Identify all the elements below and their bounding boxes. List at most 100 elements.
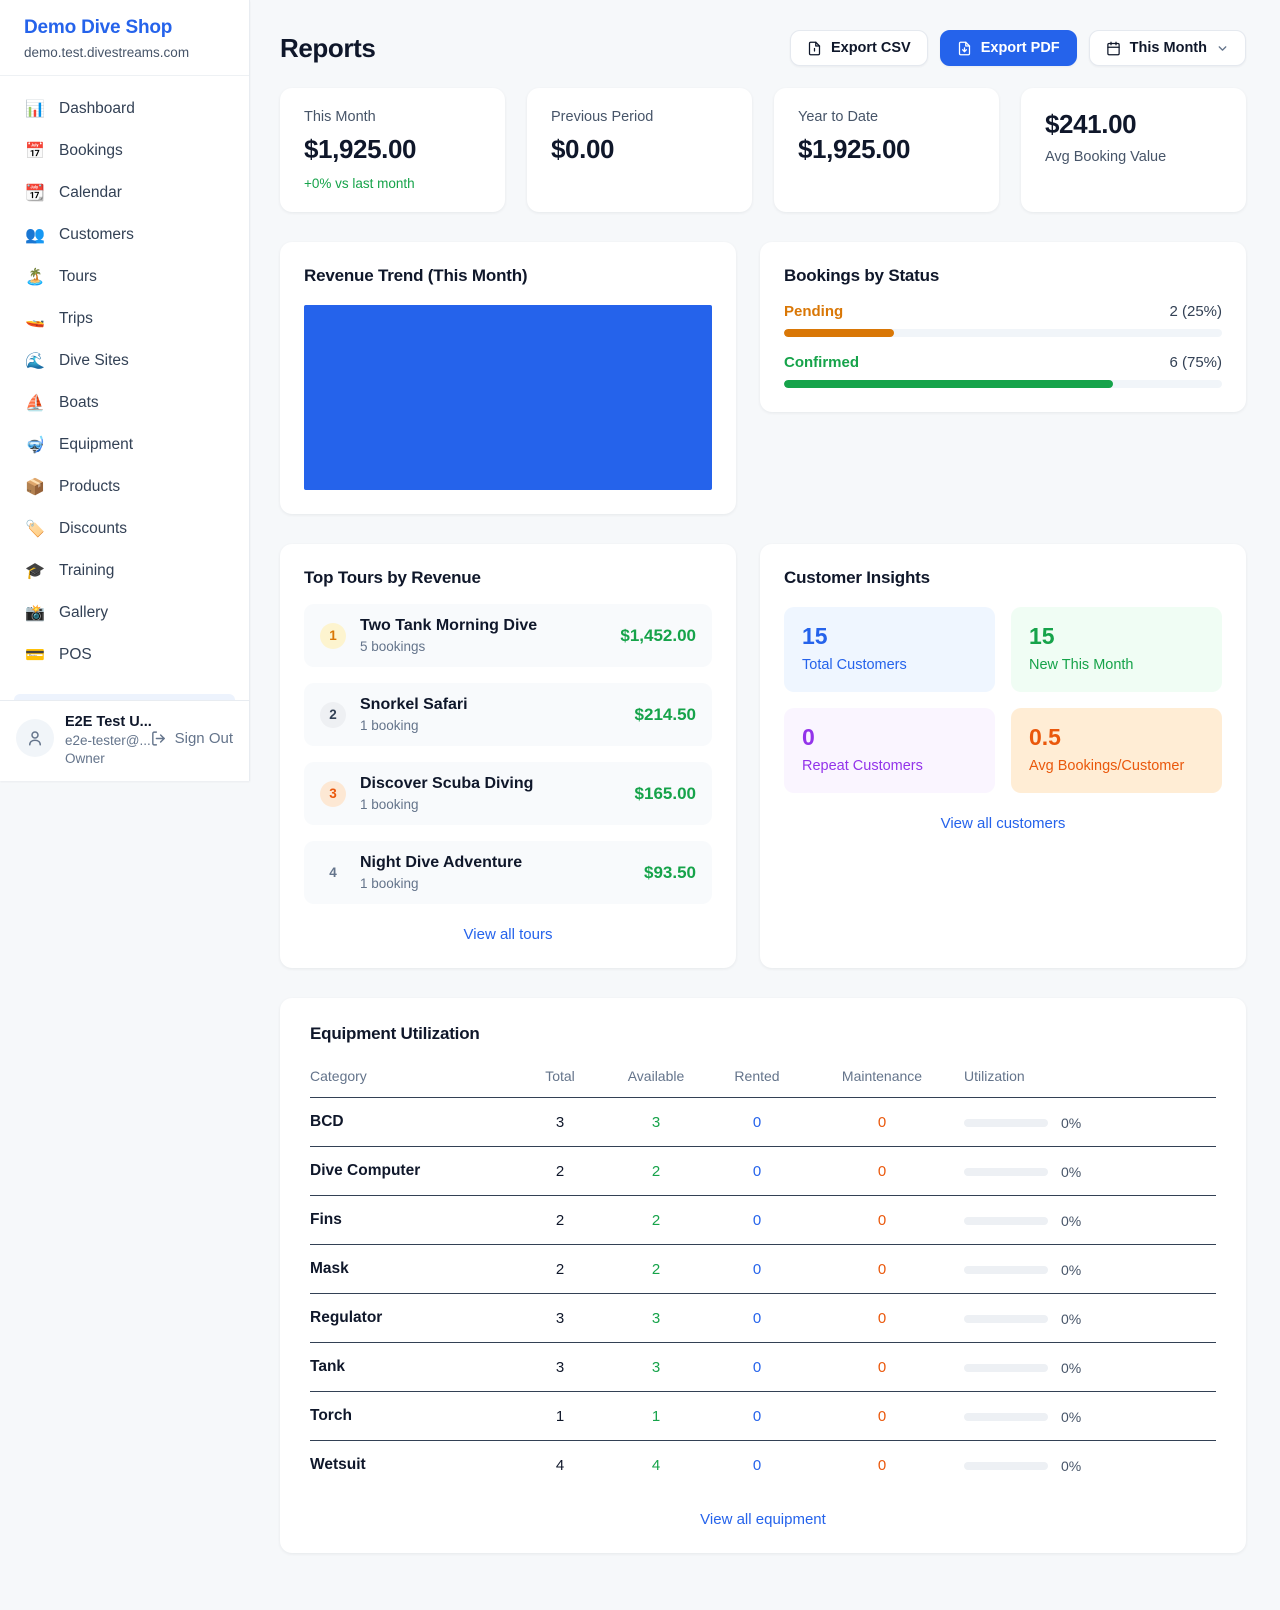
sidebar-item-label: Customers <box>59 226 134 244</box>
sidebar-item-label: POS <box>59 646 92 664</box>
rank-badge: 2 <box>320 702 346 728</box>
sign-out-button[interactable]: Sign Out <box>150 730 233 747</box>
cell-available: 3 <box>610 1343 702 1392</box>
user-info: E2E Test U... e2e-tester@... Owner <box>65 714 139 766</box>
sidebar-item-boats[interactable]: ⛵ Boats <box>0 382 249 424</box>
cell-category: Dive Computer <box>310 1147 510 1196</box>
status-bar-fill-pending <box>784 329 894 337</box>
table-row: Tank 3 3 0 0 0% <box>310 1343 1216 1392</box>
sidebar-item-tours[interactable]: 🏝️ Tours <box>0 256 249 298</box>
bookings-by-status-title: Bookings by Status <box>784 266 1222 286</box>
stat-card-previous-period: Previous Period $0.00 <box>527 88 752 212</box>
tile-new-this-month: 15 New This Month <box>1011 607 1222 692</box>
cell-available: 3 <box>610 1294 702 1343</box>
tour-bookings: 1 booking <box>360 876 522 891</box>
cell-maintenance: 0 <box>812 1196 952 1245</box>
charts-row: Revenue Trend (This Month) Bookings by S… <box>280 242 1246 514</box>
tile-value: 0.5 <box>1029 724 1204 751</box>
insights-row: Top Tours by Revenue 1 Two Tank Morning … <box>280 544 1246 968</box>
table-row: Wetsuit 4 4 0 0 0% <box>310 1441 1216 1490</box>
sidebar-item-products[interactable]: 📦 Products <box>0 466 249 508</box>
file-download-icon <box>957 41 972 56</box>
equipment-table-header: Category Total Available Rented Maintena… <box>310 1058 1216 1098</box>
cell-category: Torch <box>310 1392 510 1441</box>
top-tours-panel: Top Tours by Revenue 1 Two Tank Morning … <box>280 544 736 968</box>
wave-icon: 🌊 <box>24 351 46 371</box>
sidebar-item-gallery[interactable]: 📸 Gallery <box>0 592 249 634</box>
export-pdf-label: Export PDF <box>981 40 1060 56</box>
export-pdf-button[interactable]: Export PDF <box>940 30 1077 66</box>
sidebar-item-calendar[interactable]: 📆 Calendar <box>0 172 249 214</box>
cell-rented: 0 <box>702 1098 812 1147</box>
sidebar-item-label: Equipment <box>59 436 133 454</box>
equipment-utilization-title: Equipment Utilization <box>310 1024 1216 1044</box>
sidebar-item-label: Products <box>59 478 120 496</box>
tour-bookings: 5 bookings <box>360 639 537 654</box>
cell-category: Fins <box>310 1196 510 1245</box>
tile-value: 15 <box>802 623 977 650</box>
cell-category: Mask <box>310 1245 510 1294</box>
sidebar-item-trips[interactable]: 🚤 Trips <box>0 298 249 340</box>
calendar-icon: 📆 <box>24 183 46 203</box>
utilization-bar <box>964 1119 1048 1127</box>
tour-name: Snorkel Safari <box>360 696 468 714</box>
sidebar-nav: 📊 Dashboard 📅 Bookings 📆 Calendar 👥 Cust… <box>0 76 249 700</box>
sidebar-item-discounts[interactable]: 🏷️ Discounts <box>0 508 249 550</box>
cell-available: 2 <box>610 1147 702 1196</box>
rank-badge: 3 <box>320 781 346 807</box>
chevron-down-icon <box>1216 42 1229 55</box>
sidebar-item-label: Discounts <box>59 520 127 538</box>
bookings-calendar-icon: 📅 <box>24 141 46 161</box>
revenue-trend-panel: Revenue Trend (This Month) <box>280 242 736 514</box>
avatar <box>16 719 54 757</box>
sidebar-item-label: Training <box>59 562 114 580</box>
sidebar-item-label: Boats <box>59 394 99 412</box>
view-all-customers-link[interactable]: View all customers <box>941 815 1066 832</box>
cell-available: 1 <box>610 1392 702 1441</box>
cell-available: 3 <box>610 1098 702 1147</box>
tour-row-1: 1 Two Tank Morning Dive 5 bookings $1,45… <box>304 604 712 667</box>
camera-icon: 📸 <box>24 603 46 623</box>
table-row: Dive Computer 2 2 0 0 0% <box>310 1147 1216 1196</box>
credit-card-icon: 💳 <box>24 645 46 665</box>
sidebar-item-label: Bookings <box>59 142 123 160</box>
view-all-tours-link[interactable]: View all tours <box>464 926 553 943</box>
tile-label: Avg Bookings/Customer <box>1029 758 1204 774</box>
status-count-pending: 2 (25%) <box>1169 303 1222 320</box>
speedboat-icon: 🚤 <box>24 309 46 329</box>
cell-rented: 0 <box>702 1196 812 1245</box>
export-csv-label: Export CSV <box>831 40 911 56</box>
period-dropdown[interactable]: This Month <box>1089 30 1246 66</box>
period-value: This Month <box>1130 40 1207 56</box>
equipment-utilization-panel: Equipment Utilization Category Total Ava… <box>280 998 1246 1553</box>
tile-label: Total Customers <box>802 657 977 673</box>
cell-total: 2 <box>510 1196 610 1245</box>
col-rented: Rented <box>702 1058 812 1098</box>
col-maintenance: Maintenance <box>812 1058 952 1098</box>
tour-bookings: 1 booking <box>360 797 533 812</box>
table-row: Torch 1 1 0 0 0% <box>310 1392 1216 1441</box>
sidebar-item-dive-sites[interactable]: 🌊 Dive Sites <box>0 340 249 382</box>
sidebar-item-training[interactable]: 🎓 Training <box>0 550 249 592</box>
sidebar-item-equipment[interactable]: 🤿 Equipment <box>0 424 249 466</box>
view-all-equipment-link[interactable]: View all equipment <box>700 1511 826 1528</box>
tile-value: 15 <box>1029 623 1204 650</box>
tag-icon: 🏷️ <box>24 519 46 539</box>
cell-available: 2 <box>610 1196 702 1245</box>
sidebar-item-pos[interactable]: 💳 POS <box>0 634 249 676</box>
stat-value: $0.00 <box>551 134 728 165</box>
cell-total: 1 <box>510 1392 610 1441</box>
sign-out-label: Sign Out <box>175 730 233 747</box>
cell-total: 3 <box>510 1098 610 1147</box>
sidebar-item-customers[interactable]: 👥 Customers <box>0 214 249 256</box>
utilization-percent: 0% <box>1061 1311 1081 1327</box>
export-csv-button[interactable]: Export CSV <box>790 30 928 66</box>
cell-available: 4 <box>610 1441 702 1490</box>
stat-card-year-to-date: Year to Date $1,925.00 <box>774 88 999 212</box>
cell-rented: 0 <box>702 1343 812 1392</box>
sidebar-item-bookings[interactable]: 📅 Bookings <box>0 130 249 172</box>
tile-total-customers: 15 Total Customers <box>784 607 995 692</box>
calendar-outline-icon <box>1106 41 1121 56</box>
sidebar-item-dashboard[interactable]: 📊 Dashboard <box>0 88 249 130</box>
cell-maintenance: 0 <box>812 1343 952 1392</box>
